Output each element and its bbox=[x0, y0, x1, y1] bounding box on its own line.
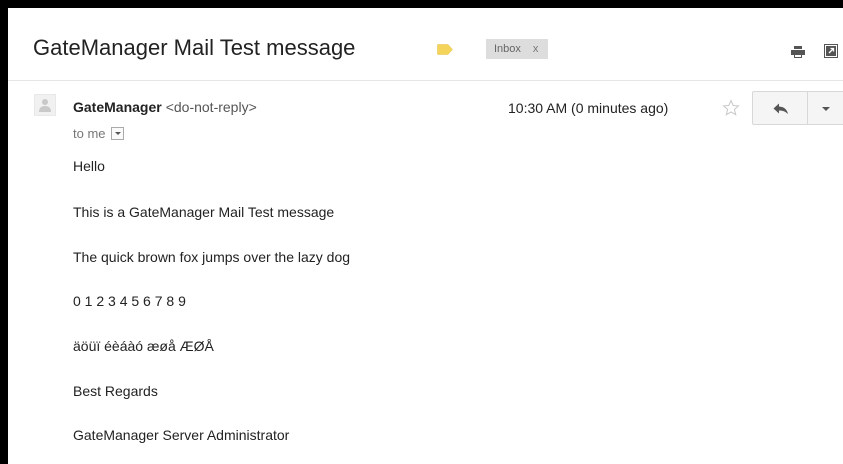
reply-button[interactable] bbox=[752, 91, 808, 125]
sender-email: <do-not-reply> bbox=[165, 99, 257, 115]
body-line-signoff: Best Regards bbox=[73, 383, 158, 399]
remove-label-button[interactable]: x bbox=[533, 43, 539, 55]
body-line-pangram: The quick brown fox jumps over the lazy … bbox=[73, 249, 351, 265]
sender-name[interactable]: GateManager bbox=[73, 99, 162, 115]
inbox-label-text: Inbox bbox=[494, 43, 521, 55]
header-divider bbox=[8, 80, 843, 81]
avatar-icon[interactable] bbox=[34, 94, 56, 116]
recipient-line: to me bbox=[73, 126, 124, 141]
print-icon[interactable] bbox=[791, 46, 805, 58]
email-view-window: GateManager Mail Test message Inbox x Ga… bbox=[0, 0, 843, 464]
email-timestamp: 10:30 AM (0 minutes ago) bbox=[508, 100, 669, 116]
body-line-greeting: Hello bbox=[73, 158, 105, 174]
person-silhouette-icon bbox=[39, 99, 51, 112]
window-left-border bbox=[0, 0, 8, 464]
body-line-intro: This is a GateManager Mail Test message bbox=[73, 204, 335, 220]
reply-icon bbox=[773, 103, 788, 114]
recipient-text: to me bbox=[73, 126, 106, 141]
email-subject: GateManager Mail Test message bbox=[33, 35, 356, 60]
recipient-details-dropdown[interactable] bbox=[110, 127, 124, 141]
body-line-digits: 0 1 2 3 4 5 6 7 8 9 bbox=[73, 293, 186, 309]
label-tag-icon[interactable] bbox=[437, 44, 453, 55]
sender-line: GateManager <do-not-reply> bbox=[73, 99, 257, 115]
email-content: GateManager Mail Test message Inbox x Ga… bbox=[8, 8, 843, 464]
body-line-signature: GateManager Server Administrator bbox=[73, 427, 290, 443]
star-icon[interactable] bbox=[722, 99, 740, 117]
subject-header: GateManager Mail Test message Inbox x bbox=[8, 8, 843, 80]
window-top-border bbox=[0, 0, 843, 8]
new-window-icon[interactable] bbox=[824, 44, 838, 58]
more-options-button[interactable] bbox=[807, 91, 843, 125]
inbox-label-chip[interactable]: Inbox x bbox=[486, 39, 549, 59]
body-line-special-chars: äöüï éèáàó æøå ÆØÅ bbox=[73, 338, 214, 354]
